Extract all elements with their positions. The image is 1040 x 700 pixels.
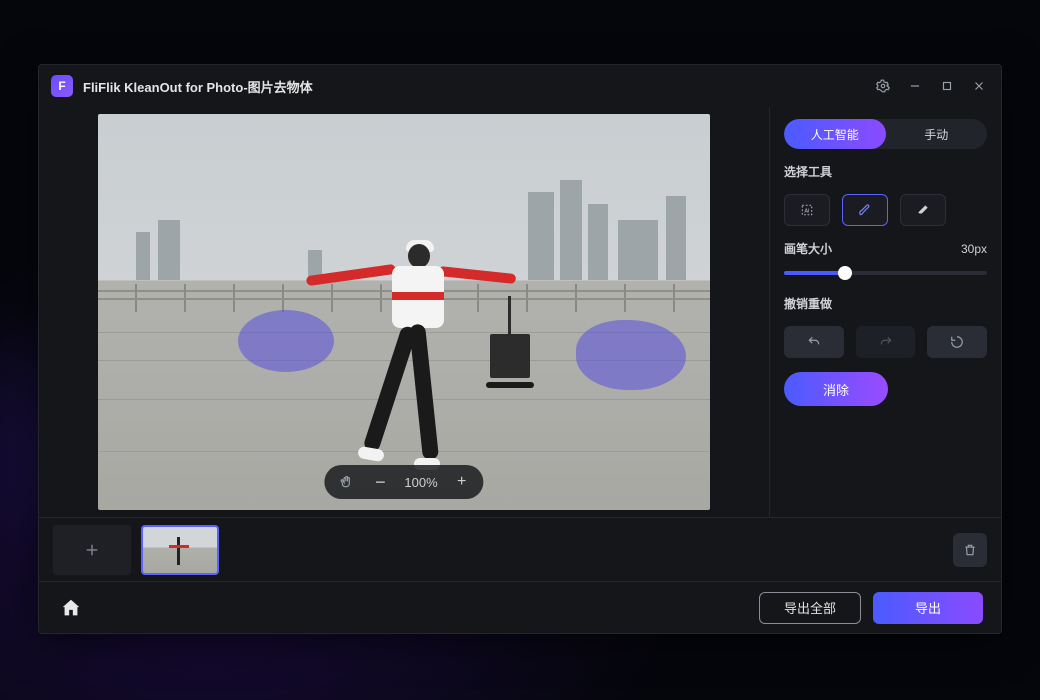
- app-window: F FliFlik KleanOut for Photo-图片去物体: [38, 64, 1002, 634]
- mode-tabs: 人工智能 手动: [784, 119, 987, 149]
- close-icon: [972, 79, 986, 93]
- side-panel: 人工智能 手动 选择工具 AI 画笔大小 30px: [769, 107, 1001, 517]
- export-button[interactable]: 导出: [873, 592, 983, 624]
- close-button[interactable]: [963, 72, 995, 100]
- eraser-icon: [916, 203, 930, 217]
- brush-icon: [858, 203, 872, 217]
- photo-canvas[interactable]: − 100% +: [98, 114, 710, 510]
- viewer-controls: − 100% +: [324, 465, 483, 499]
- plus-icon: [83, 541, 101, 559]
- zoom-in[interactable]: +: [452, 472, 472, 492]
- tab-manual[interactable]: 手动: [886, 119, 988, 149]
- delete-button[interactable]: [953, 533, 987, 567]
- slider-fill: [784, 271, 845, 275]
- erase-button[interactable]: 消除: [784, 372, 888, 406]
- hand-icon: [339, 475, 353, 489]
- select-tool-label: 选择工具: [784, 163, 987, 180]
- canvas-pane: − 100% +: [39, 107, 769, 517]
- undo-redo-label: 撤销重做: [784, 295, 987, 312]
- app-title: FliFlik KleanOut for Photo-图片去物体: [83, 77, 313, 96]
- reset-button[interactable]: [927, 326, 987, 358]
- zoom-level: 100%: [404, 475, 437, 490]
- redo-button[interactable]: [856, 326, 916, 358]
- reset-icon: [950, 335, 964, 349]
- brush-size-slider[interactable]: [784, 271, 987, 275]
- zoom-out[interactable]: −: [370, 472, 390, 492]
- home-icon: [60, 597, 82, 619]
- minimize-button[interactable]: [899, 72, 931, 100]
- settings-button[interactable]: [867, 72, 899, 100]
- home-button[interactable]: [57, 594, 85, 622]
- brush-size-value: 30px: [961, 242, 987, 256]
- app-logo: F: [51, 75, 73, 97]
- trash-icon: [963, 543, 977, 557]
- redo-icon: [879, 335, 893, 349]
- titlebar: F FliFlik KleanOut for Photo-图片去物体: [39, 65, 1001, 107]
- mask-left: [238, 310, 334, 372]
- thumbnail-strip: [39, 517, 1001, 581]
- minimize-icon: [908, 79, 922, 93]
- object-trolley: [490, 334, 530, 378]
- add-image-button[interactable]: [53, 525, 131, 575]
- tool-brush[interactable]: [842, 194, 888, 226]
- slider-thumb[interactable]: [838, 266, 852, 280]
- undo-icon: [807, 335, 821, 349]
- maximize-icon: [940, 79, 954, 93]
- pan-tool[interactable]: [336, 472, 356, 492]
- thumbnail-selected[interactable]: [141, 525, 219, 575]
- footer: 导出全部 导出: [39, 581, 1001, 633]
- export-all-button[interactable]: 导出全部: [759, 592, 861, 624]
- tool-ai-select[interactable]: AI: [784, 194, 830, 226]
- subject-person: [360, 240, 480, 470]
- svg-text:AI: AI: [805, 208, 810, 214]
- tool-eraser[interactable]: [900, 194, 946, 226]
- undo-button[interactable]: [784, 326, 844, 358]
- maximize-button[interactable]: [931, 72, 963, 100]
- gear-icon: [876, 79, 890, 93]
- tab-ai[interactable]: 人工智能: [784, 119, 886, 149]
- brush-size-label: 画笔大小: [784, 240, 832, 257]
- ai-select-icon: AI: [800, 203, 814, 217]
- mask-right: [576, 320, 686, 390]
